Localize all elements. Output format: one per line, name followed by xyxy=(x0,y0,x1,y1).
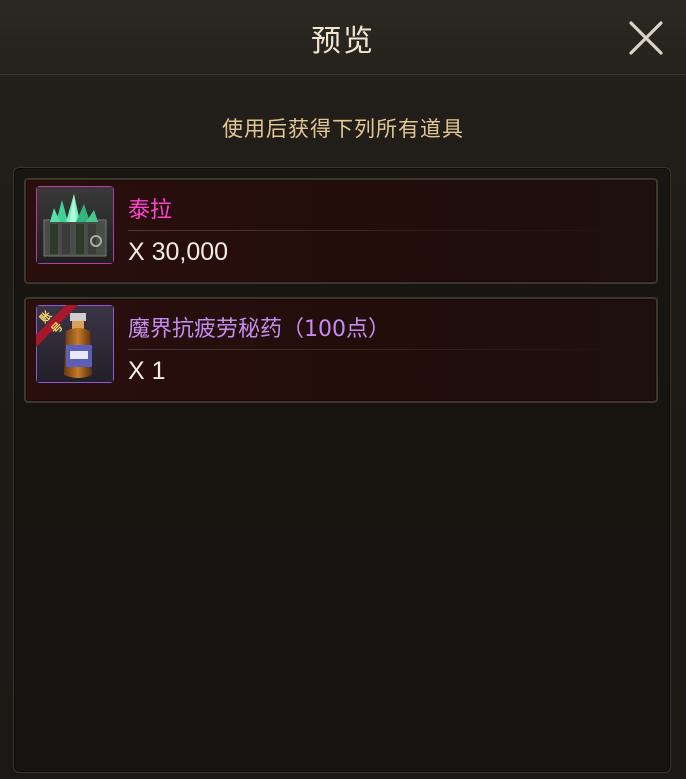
item-row-tera[interactable]: 泰拉 X 30,000 xyxy=(24,178,658,284)
dialog-subtitle: 使用后获得下列所有道具 xyxy=(222,117,464,141)
close-button[interactable] xyxy=(626,18,666,58)
preview-dialog: 预览 使用后获得下列所有道具 泰拉 X 30,000 魔界抗疲劳秘药（100点）… xyxy=(0,0,686,779)
dialog-header: 预览 xyxy=(0,0,686,75)
item-divider xyxy=(128,230,628,231)
close-icon xyxy=(629,21,663,55)
item-row-anti-fatigue-potion[interactable]: 账号 魔界抗疲劳秘药（100点） X 1 xyxy=(24,297,658,403)
dialog-title: 预览 xyxy=(311,24,375,59)
item-quantity: X 1 xyxy=(128,357,166,385)
item-name: 魔界抗疲劳秘药（100点） xyxy=(128,317,390,342)
potion-bottle-icon: 账号 xyxy=(36,305,114,383)
item-divider xyxy=(128,349,628,350)
item-quantity: X 30,000 xyxy=(128,238,229,266)
crystal-chest-icon xyxy=(36,186,114,264)
item-name: 泰拉 xyxy=(128,198,173,223)
